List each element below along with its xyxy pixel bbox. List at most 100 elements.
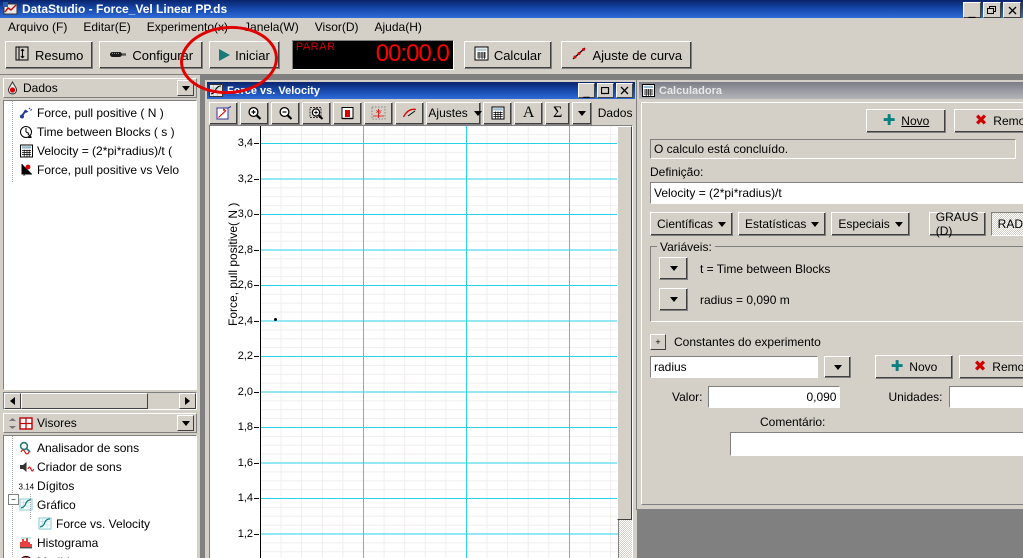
graph-scroll-thumb[interactable] bbox=[617, 126, 632, 520]
rad-button[interactable]: RAD bbox=[990, 212, 1023, 236]
estatisticas-dropdown[interactable]: Estatísticas bbox=[738, 212, 827, 236]
calculadora-title-bar[interactable]: Calculadora bbox=[639, 82, 1023, 99]
visores-dropdown-button[interactable] bbox=[177, 415, 194, 431]
constante-dropdown-button[interactable] bbox=[824, 356, 851, 378]
graph-window-title-bar[interactable]: Force vs. Velocity ▁ bbox=[207, 82, 635, 99]
arrow-left-icon bbox=[10, 397, 15, 405]
splitter-handle-icon[interactable] bbox=[6, 417, 19, 430]
calculator-icon bbox=[18, 144, 35, 158]
data-item-force[interactable]: Force, pull positive ( N ) bbox=[4, 103, 196, 122]
iniciar-button[interactable]: Iniciar bbox=[209, 41, 280, 69]
plot-area[interactable]: 3,4 3,2 3,0 2,8 2,6 2,4 2,2 2,0 1,8 1,6 … bbox=[209, 125, 633, 558]
display-item-criador[interactable]: Criador de sons bbox=[4, 457, 196, 476]
status-text: O calculo está concluído. bbox=[654, 142, 789, 156]
dados-tree[interactable]: Force, pull positive ( N ) Time between … bbox=[3, 100, 197, 390]
remover-button[interactable]: ✖ Remo bbox=[954, 109, 1023, 133]
scroll-thumb[interactable] bbox=[21, 393, 148, 409]
graus-label: GRAUS (D) bbox=[935, 210, 979, 238]
menu-arquivo[interactable]: Arquivo (F) bbox=[0, 19, 75, 35]
zoom-select-icon bbox=[309, 106, 323, 120]
ajustes-dropdown-button[interactable]: Ajustes bbox=[426, 101, 482, 125]
graus-button[interactable]: GRAUS (D) bbox=[928, 210, 986, 238]
data-item-velocity[interactable]: Velocity = (2*pi*radius)/t ( bbox=[4, 141, 196, 160]
display-item-grafico[interactable]: Gráfico bbox=[4, 495, 196, 514]
display-item-label: Criador de sons bbox=[37, 459, 122, 474]
especiais-dropdown[interactable]: Especiais bbox=[831, 212, 910, 236]
constante-name-input[interactable]: radius bbox=[650, 356, 818, 378]
scale-to-fit-button[interactable] bbox=[209, 101, 238, 125]
dados-dropdown-button[interactable] bbox=[177, 80, 194, 96]
minimize-button[interactable]: ▁ bbox=[963, 2, 981, 18]
menu-editar[interactable]: Editar(E) bbox=[75, 19, 138, 35]
data-item-force-vs-velocity[interactable]: x Force, pull positive vs Velo bbox=[4, 160, 196, 179]
text-annotation-button[interactable]: A bbox=[514, 101, 544, 125]
play-icon bbox=[219, 49, 231, 61]
constantes-header-row: + Constantes do experimento bbox=[650, 334, 1016, 350]
graph-minimize-button[interactable]: ▁ bbox=[578, 83, 595, 98]
timer-value: 00:00.0 bbox=[375, 40, 450, 67]
menu-janela[interactable]: Janela(W) bbox=[236, 19, 307, 35]
chevron-down-icon bbox=[473, 110, 482, 116]
y-tick-label: 1,4 bbox=[237, 492, 260, 504]
close-button[interactable] bbox=[1003, 2, 1021, 18]
unidades-input[interactable] bbox=[948, 386, 1023, 408]
menu-experimento[interactable]: Experimento(x) bbox=[139, 19, 236, 35]
chevron-down-icon bbox=[669, 297, 678, 302]
slope-tool-button[interactable] bbox=[395, 101, 424, 125]
dados-panel-header[interactable]: Dados bbox=[3, 78, 197, 98]
y-tick-label: 3,2 bbox=[237, 172, 260, 185]
graph-close-button[interactable] bbox=[616, 83, 633, 98]
novo-button[interactable]: ✚ Novo bbox=[866, 109, 946, 133]
display-item-histograma[interactable]: Histograma bbox=[4, 533, 196, 552]
comentario-input[interactable] bbox=[730, 432, 1023, 456]
curve-fit-icon bbox=[571, 46, 588, 64]
cientificas-dropdown[interactable]: Científicas bbox=[650, 212, 734, 236]
statistics-dropdown-button[interactable] bbox=[572, 101, 593, 125]
menu-visor[interactable]: Visor(D) bbox=[307, 19, 367, 35]
constantes-expander[interactable]: + bbox=[650, 334, 666, 350]
constante-novo-button[interactable]: ✚ Novo bbox=[875, 355, 953, 379]
menu-ajuda[interactable]: Ajuda(H) bbox=[367, 19, 430, 35]
visores-tree[interactable]: − Analisador de sons Criador de sons 3.1… bbox=[3, 435, 197, 558]
display-item-label: Dígitos bbox=[37, 478, 75, 493]
display-item-label: Medidor bbox=[35, 555, 80, 558]
display-item-analisador[interactable]: Analisador de sons bbox=[4, 438, 196, 457]
configurar-button[interactable]: Configurar bbox=[99, 41, 204, 69]
graficó-expander[interactable]: − bbox=[8, 494, 19, 505]
ajuste-de-curva-button[interactable]: Ajuste de curva bbox=[560, 41, 693, 69]
chevron-down-icon bbox=[578, 110, 587, 116]
meter-icon bbox=[18, 555, 35, 558]
dados-horizontal-scrollbar[interactable] bbox=[3, 392, 197, 410]
resumo-label: Resumo bbox=[35, 47, 84, 63]
display-item-digitos[interactable]: 3.14 Dígitos bbox=[4, 476, 196, 495]
statistics-button[interactable]: Σ bbox=[545, 101, 571, 125]
zoom-out-button[interactable] bbox=[271, 101, 300, 125]
variable-row: t = Time between Blocks bbox=[659, 257, 1017, 280]
restore-button[interactable] bbox=[983, 2, 1001, 18]
dados-button[interactable]: Dados bbox=[594, 101, 633, 125]
graph-vertical-scrollbar[interactable] bbox=[617, 126, 632, 558]
valor-input[interactable]: 0,090 bbox=[708, 386, 841, 408]
y-axis-title: Force, pull positive( N ) bbox=[226, 202, 240, 326]
definicao-input[interactable]: Velocity = (2*pi*radius)/t bbox=[650, 182, 1023, 204]
scroll-left-button[interactable] bbox=[4, 393, 21, 409]
smart-tool-button[interactable]: xy bbox=[364, 101, 393, 125]
scroll-right-button[interactable] bbox=[179, 393, 196, 409]
calcular-label: Calcular bbox=[493, 47, 542, 63]
visores-panel-header[interactable]: Visores bbox=[3, 413, 197, 433]
graph-maximize-button[interactable] bbox=[597, 83, 614, 98]
calculator-button[interactable] bbox=[483, 101, 513, 125]
display-item-force-vs-velocity[interactable]: Force vs. Velocity bbox=[4, 514, 196, 533]
data-selection-tool-button[interactable] bbox=[333, 101, 362, 125]
calculadora-window: Calculadora ✚ Novo ✖ Remo O calculo está… bbox=[637, 80, 1023, 509]
variable-dropdown-button[interactable] bbox=[659, 257, 688, 280]
close-icon bbox=[1008, 6, 1016, 14]
zoom-in-button[interactable] bbox=[240, 101, 269, 125]
zoom-select-button[interactable] bbox=[302, 101, 331, 125]
display-item-medidor[interactable]: Medidor bbox=[4, 552, 196, 558]
data-item-time[interactable]: Time between Blocks ( s ) bbox=[4, 122, 196, 141]
variable-dropdown-button[interactable] bbox=[659, 288, 688, 311]
calcular-button[interactable]: Calcular bbox=[463, 41, 552, 69]
resumo-button[interactable]: Resumo bbox=[5, 41, 94, 69]
constante-remover-button[interactable]: ✖ Remov bbox=[959, 355, 1023, 379]
